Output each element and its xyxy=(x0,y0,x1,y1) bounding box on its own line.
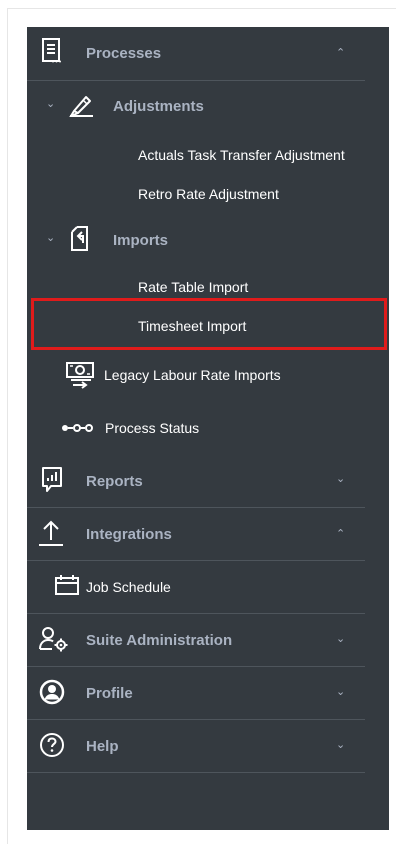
nav-section-label: Help xyxy=(86,738,119,755)
calendar-icon xyxy=(54,574,80,596)
nav-group-adjustments[interactable]: ⌄ Adjustments xyxy=(27,81,389,131)
nav-item-label: Process Status xyxy=(105,420,200,436)
bar-chart-icon xyxy=(41,466,67,494)
nav-section-label: Integrations xyxy=(86,526,172,543)
nav-group-label: Imports xyxy=(113,232,169,249)
nav-item-retro-rate[interactable]: Retro Rate Adjustment xyxy=(27,176,389,212)
nav-group-label: Adjustments xyxy=(113,98,204,115)
nav-item-label: Legacy Labour Rate Imports xyxy=(104,367,281,383)
document-list-icon xyxy=(41,37,63,65)
chevron-down-icon: ⌄ xyxy=(336,473,346,485)
nav-section-help[interactable]: Help ⌄ xyxy=(27,720,389,772)
nav-item-label: Rate Table Import xyxy=(138,279,249,295)
nav-section-integrations[interactable]: Integrations ⌃ xyxy=(27,508,389,560)
chevron-down-icon: ⌄ xyxy=(46,98,56,110)
upload-arrow-icon xyxy=(37,518,65,548)
sidebar-nav: Processes ⌃ ⌄ Adjustments Actuals Task T… xyxy=(27,27,389,830)
money-transfer-icon xyxy=(65,360,101,392)
file-import-icon xyxy=(69,225,91,253)
chevron-down-icon: ⌄ xyxy=(336,739,346,751)
nav-section-label: Profile xyxy=(86,685,133,702)
nav-section-label: Processes xyxy=(86,45,162,62)
help-circle-icon xyxy=(39,732,65,758)
chevron-down-icon: ⌄ xyxy=(336,633,346,645)
edit-pen-icon xyxy=(68,93,94,117)
nav-section-label: Suite Administration xyxy=(86,632,233,649)
nav-item-label: Actuals Task Transfer Adjustment xyxy=(138,147,345,163)
nav-section-processes[interactable]: Processes ⌃ xyxy=(27,27,389,80)
chevron-up-icon: ⌃ xyxy=(336,47,346,59)
chevron-down-icon: ⌄ xyxy=(336,686,346,698)
user-gear-icon xyxy=(39,626,71,652)
nav-item-label: Retro Rate Adjustment xyxy=(138,186,279,202)
user-circle-icon xyxy=(39,679,65,705)
nav-item-label: Job Schedule xyxy=(86,579,171,595)
steps-dots-icon xyxy=(61,422,101,434)
nav-item-process-status[interactable]: Process Status xyxy=(27,407,389,451)
nav-section-profile[interactable]: Profile ⌄ xyxy=(27,667,389,719)
nav-item-legacy-labour-rate-imports[interactable]: Legacy Labour Rate Imports xyxy=(27,353,389,399)
nav-section-label: Reports xyxy=(86,473,143,490)
nav-item-job-schedule[interactable]: Job Schedule xyxy=(27,561,389,613)
divider xyxy=(27,772,365,773)
nav-item-actuals-task-transfer[interactable]: Actuals Task Transfer Adjustment xyxy=(27,137,389,173)
selection-highlight xyxy=(31,298,387,350)
chevron-down-icon: ⌄ xyxy=(46,232,56,244)
nav-section-reports[interactable]: Reports ⌄ xyxy=(27,454,389,507)
nav-section-suite-administration[interactable]: Suite Administration ⌄ xyxy=(27,614,389,666)
nav-group-imports[interactable]: ⌄ Imports xyxy=(27,215,389,265)
chevron-up-icon: ⌃ xyxy=(336,528,346,540)
